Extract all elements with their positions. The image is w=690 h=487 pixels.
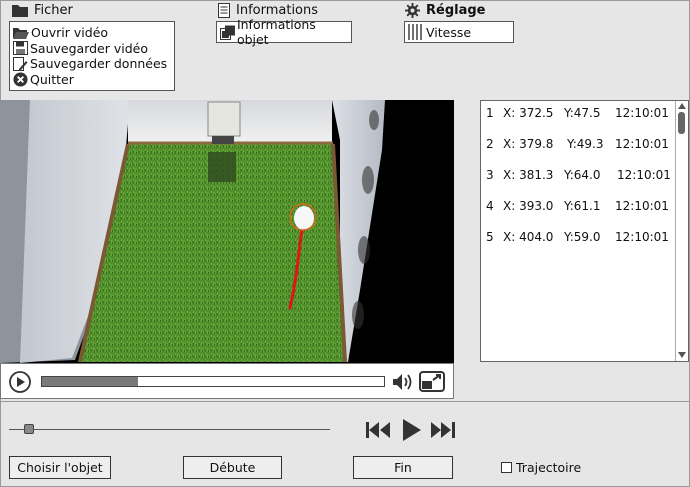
row-time: 12:10:01	[615, 230, 669, 244]
menu-reglage-label: Réglage	[426, 2, 486, 18]
choose-object-button[interactable]: Choisir l'objet	[9, 456, 111, 479]
list-scrollbar[interactable]	[675, 101, 688, 361]
menu-object-info[interactable]: Informations objet	[216, 17, 352, 47]
play-icon[interactable]	[402, 418, 422, 442]
list-item[interactable]: 2 X: 379.8 Y:49.3 12:10:01	[481, 137, 676, 153]
row-y: Y:61.1	[564, 199, 601, 213]
video-viewport[interactable]	[0, 100, 454, 363]
video-progress-fill	[42, 377, 138, 386]
timeline-slider-knob[interactable]	[24, 424, 34, 434]
edit-document-icon	[13, 56, 28, 71]
menu-file[interactable]: Ficher	[12, 1, 73, 19]
row-index: 2	[486, 137, 494, 151]
list-item[interactable]: 3 X: 381.3 Y:64.0 12:10:01	[481, 168, 676, 184]
row-y: Y:64.0	[564, 168, 601, 182]
coordinates-list[interactable]: 1 X: 372.5 Y:47.5 12:10:01 2 X: 379.8 Y:…	[480, 100, 689, 362]
row-index: 1	[486, 106, 494, 120]
row-time: 12:10:01	[617, 168, 671, 182]
skip-forward-icon[interactable]	[430, 421, 455, 439]
menu-open-video-label: Ouvrir vidéo	[31, 25, 109, 41]
file-dropdown: Ouvrir vidéo Sauvegarder vidéo Sauvegard…	[9, 21, 175, 91]
video-progress-bar[interactable]	[41, 376, 385, 387]
list-item[interactable]: 5 X: 404.0 Y:59.0 12:10:01	[481, 230, 676, 246]
menu-informations-label: Informations	[236, 2, 319, 18]
fullscreen-icon[interactable]	[419, 371, 445, 392]
menu-save-video-label: Sauvegarder vidéo	[30, 40, 148, 56]
menu-quit[interactable]: Quitter	[10, 72, 174, 88]
row-index: 4	[486, 199, 494, 213]
menu-save-data-label: Sauvegarder données	[30, 56, 168, 72]
row-x: X: 404.0	[503, 230, 554, 244]
folder-icon	[12, 4, 28, 17]
scroll-down-icon[interactable]	[678, 352, 686, 358]
copy-icon	[220, 25, 235, 40]
trajectory-toggle[interactable]: Trajectoire	[501, 460, 581, 475]
document-icon	[218, 2, 230, 18]
menu-reglage[interactable]: Réglage	[405, 1, 485, 19]
video-frame	[0, 100, 385, 363]
skip-back-icon[interactable]	[366, 421, 391, 439]
row-x: X: 393.0	[503, 199, 554, 213]
row-y: Y:47.5	[564, 106, 601, 120]
scroll-up-icon[interactable]	[678, 103, 686, 109]
gear-icon	[405, 2, 420, 18]
menu-speed[interactable]: Vitesse	[404, 21, 514, 43]
row-index: 5	[486, 230, 494, 244]
list-item[interactable]: 4 X: 393.0 Y:61.1 12:10:01	[481, 199, 676, 215]
row-time: 12:10:01	[615, 199, 669, 213]
bars-icon	[408, 24, 422, 40]
menu-speed-label: Vitesse	[426, 24, 472, 40]
row-time: 12:10:01	[615, 137, 669, 151]
row-y: Y:59.0	[564, 230, 601, 244]
menu-save-video[interactable]: Sauvegarder vidéo	[10, 41, 174, 57]
trajectory-checkbox[interactable]	[501, 462, 512, 473]
section-divider	[0, 401, 690, 402]
play-icon[interactable]	[9, 371, 31, 393]
floppy-disk-icon	[13, 41, 28, 56]
menu-object-info-label: Informations objet	[236, 17, 316, 47]
start-button[interactable]: Débute	[183, 456, 282, 479]
volume-icon[interactable]	[392, 372, 414, 392]
row-index: 3	[486, 168, 494, 182]
row-x: X: 372.5	[503, 106, 554, 120]
row-y: Y:49.3	[567, 137, 604, 151]
timeline-slider[interactable]	[9, 429, 330, 430]
end-button[interactable]: Fin	[353, 456, 453, 479]
menu-file-label: Ficher	[34, 2, 73, 18]
trajectory-label: Trajectoire	[516, 460, 582, 475]
row-time: 12:10:01	[615, 106, 669, 120]
menu-save-data[interactable]: Sauvegarder données	[10, 56, 174, 72]
scroll-thumb[interactable]	[678, 112, 685, 134]
menu-quit-label: Quitter	[30, 71, 74, 87]
menu-open-video[interactable]: Ouvrir vidéo	[10, 25, 174, 41]
close-circle-icon	[13, 72, 28, 87]
row-x: X: 381.3	[503, 168, 554, 182]
open-folder-icon	[13, 27, 29, 39]
player-controls	[0, 363, 454, 399]
row-x: X: 379.8	[503, 137, 554, 151]
list-item[interactable]: 1 X: 372.5 Y:47.5 12:10:01	[481, 106, 676, 122]
